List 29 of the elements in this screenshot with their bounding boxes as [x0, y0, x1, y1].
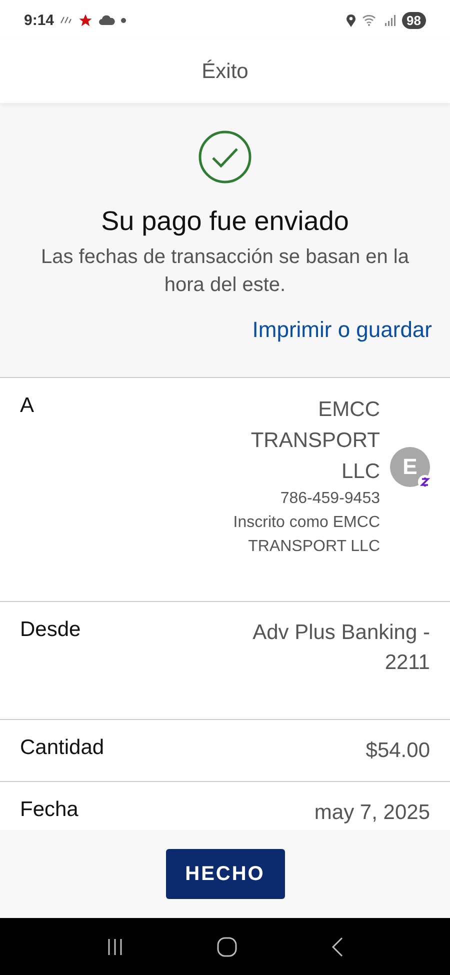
detail-label: Fecha [20, 798, 78, 822]
detail-value: $54.00 [366, 738, 430, 764]
detail-label: A [20, 394, 34, 418]
recent-apps-icon[interactable] [107, 938, 123, 956]
rain-icon [60, 16, 72, 24]
detail-value: Adv Plus Banking - 2211 [252, 620, 430, 676]
done-button[interactable]: HECHO [166, 849, 284, 899]
signal-icon [384, 14, 396, 26]
battery-level: 98 [402, 12, 426, 28]
print-save-link[interactable]: Imprimir o guardar [252, 317, 432, 343]
page-title: Éxito [202, 60, 248, 84]
success-title: Su pago fue enviado [101, 206, 349, 237]
star-icon [78, 12, 94, 28]
cloud-icon [99, 15, 116, 25]
back-icon[interactable] [331, 936, 343, 956]
enrolled-name: Inscrito como EMCC TRANSPORT LLC [232, 513, 380, 557]
recipient-phone: 786-459-9453 [279, 489, 380, 509]
recipient-name: EMCC TRANSPORT LLC [250, 397, 380, 485]
avatar: E [390, 446, 430, 486]
home-icon[interactable] [217, 936, 237, 956]
detail-value: may 7, 2025 [314, 800, 430, 826]
status-time: 9:14 [24, 12, 54, 28]
detail-label: Desde [20, 618, 81, 642]
dot-icon [121, 18, 126, 22]
check-circle-icon [198, 130, 252, 184]
wifi-icon [362, 14, 378, 26]
detail-label: Cantidad [20, 736, 104, 760]
location-icon [346, 14, 356, 26]
success-message: Las fechas de transacción se basan en la hora del este. [40, 245, 410, 298]
